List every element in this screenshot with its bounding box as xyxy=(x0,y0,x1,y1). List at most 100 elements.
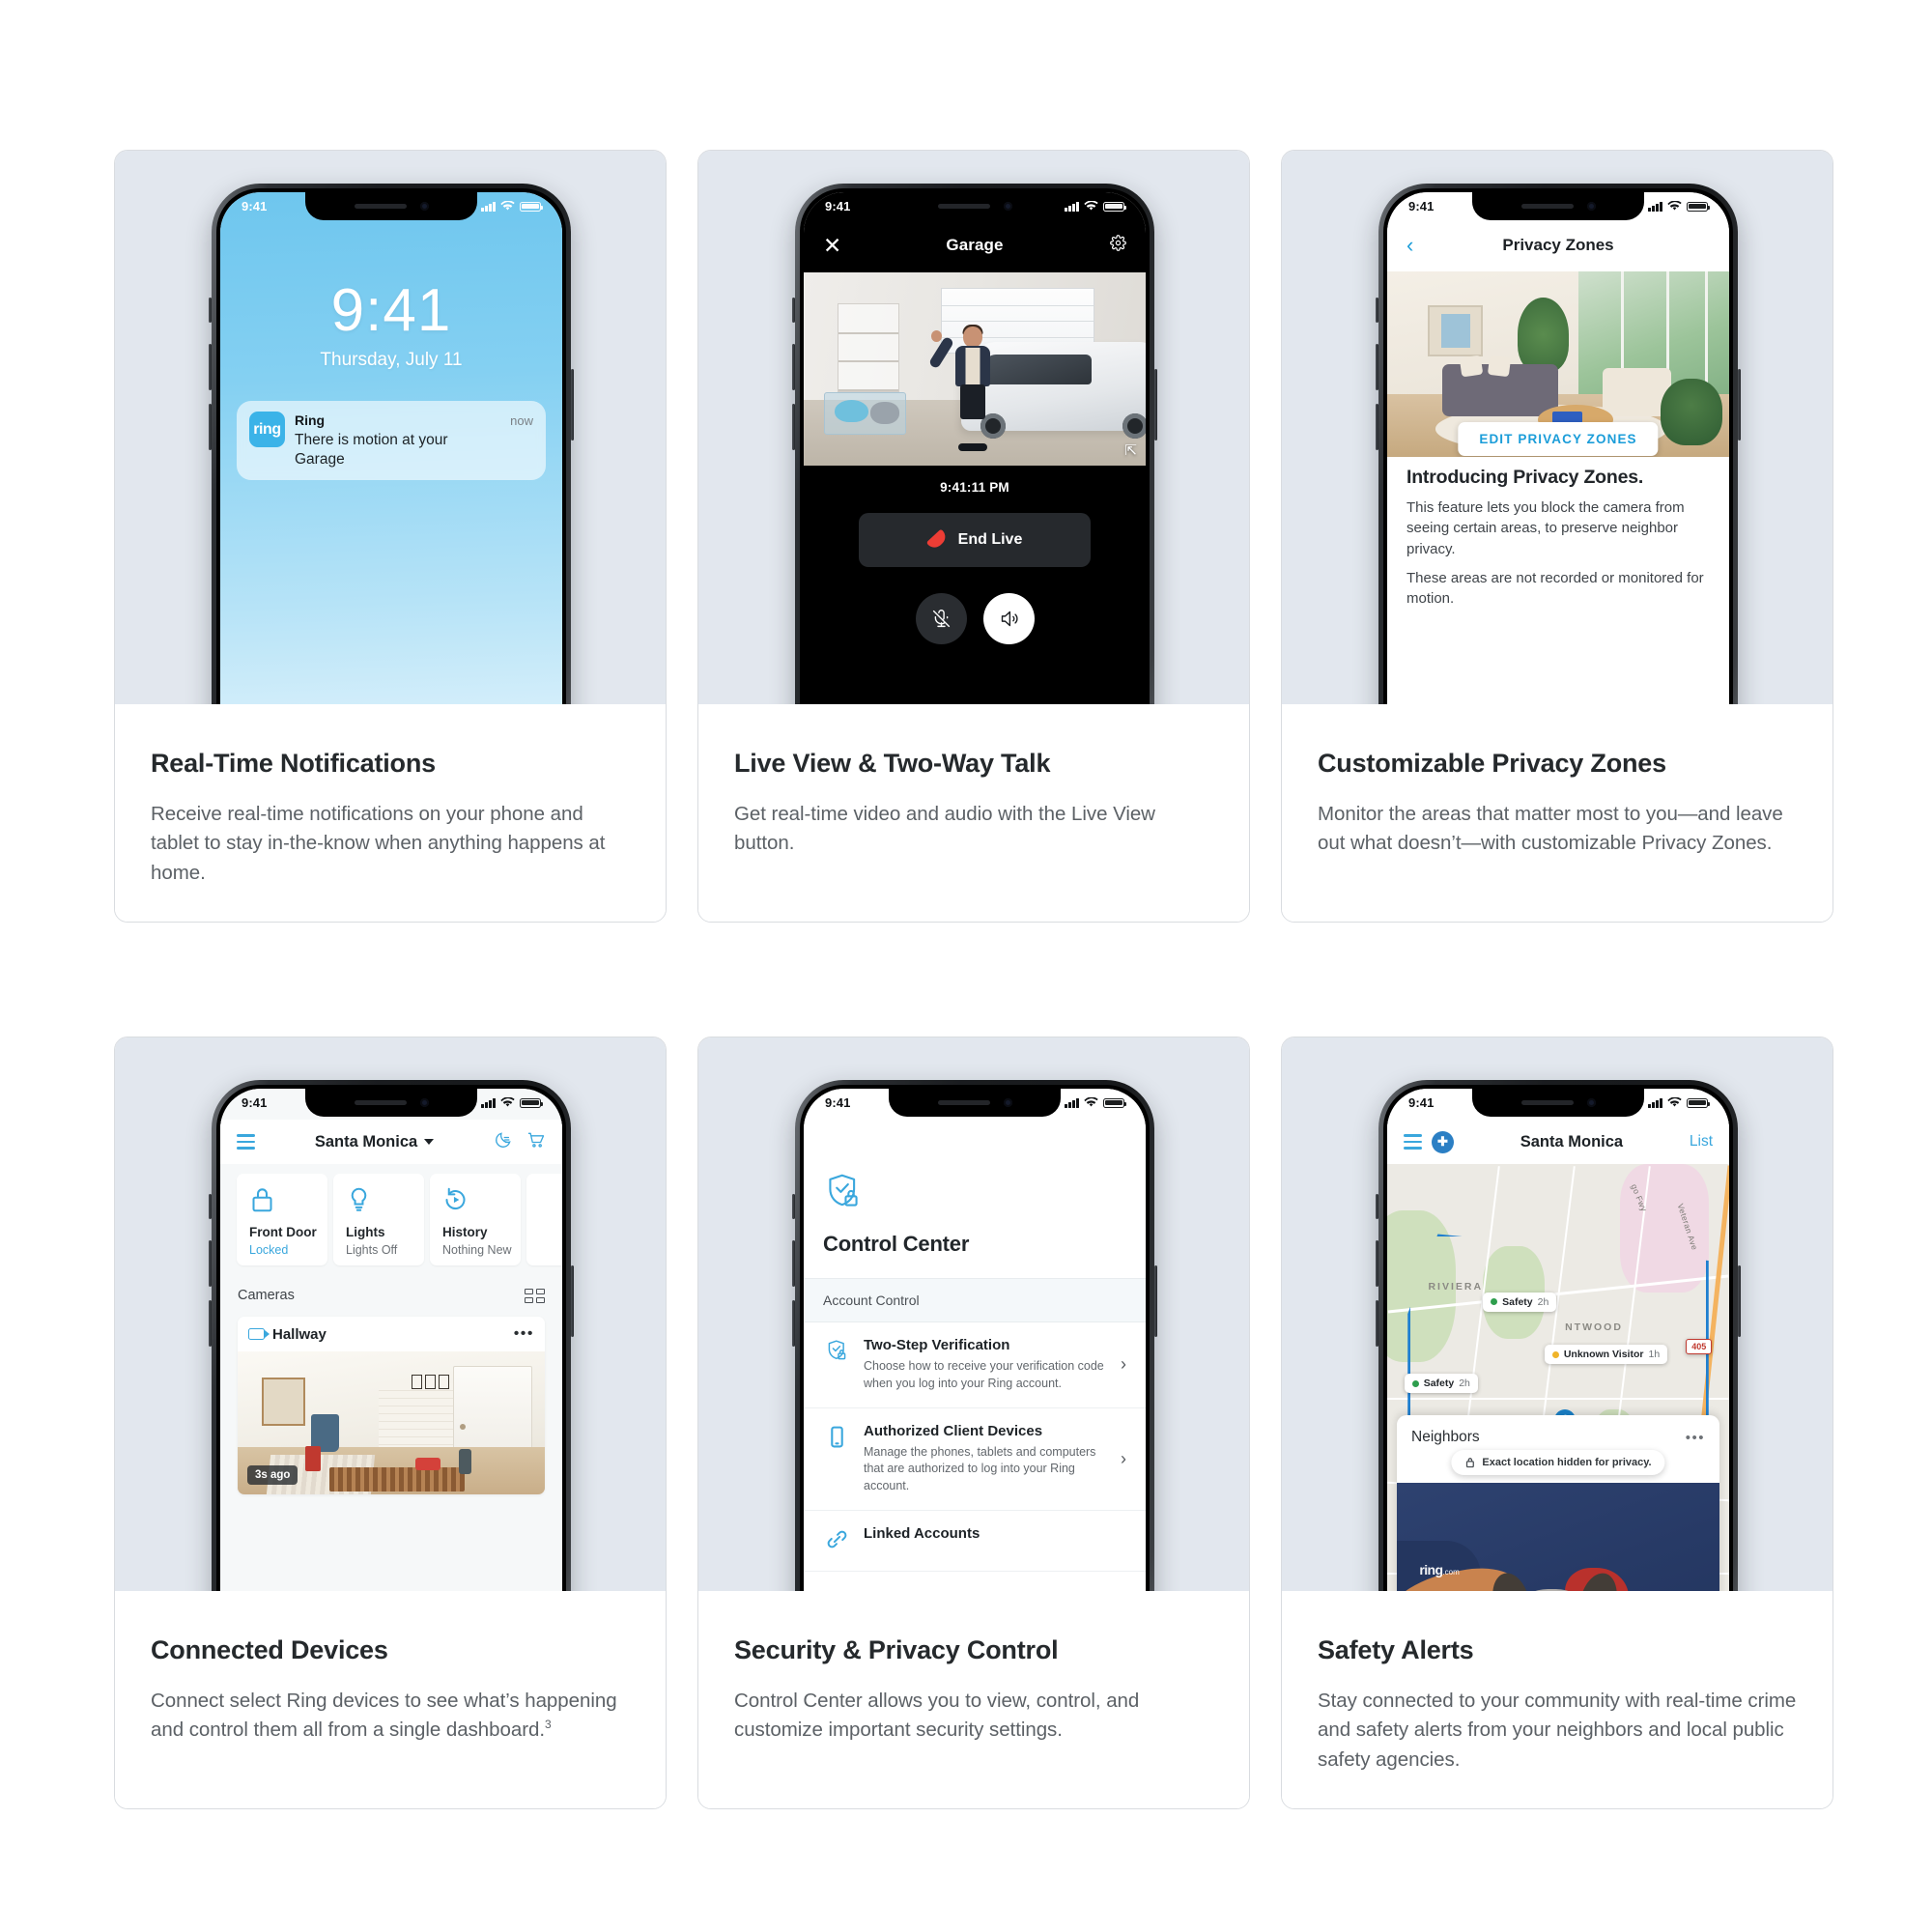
battery-icon xyxy=(1687,1097,1711,1108)
hamburger-menu-icon[interactable] xyxy=(237,1134,255,1150)
control-center-list: Two-Step Verification Choose how to rece… xyxy=(804,1322,1146,1572)
live-video-feed[interactable]: ⇱ xyxy=(804,272,1146,466)
chevron-right-icon: › xyxy=(1121,1448,1126,1468)
expand-icon[interactable]: ⇱ xyxy=(1124,441,1137,459)
ring-notification[interactable]: ring Ring There is motion at your Garage… xyxy=(237,401,546,480)
tile-status: Lights Off xyxy=(346,1243,398,1257)
control-center-screen: 9:41 Control Center Account Control Two-… xyxy=(804,1089,1146,1591)
location-label: Santa Monica xyxy=(314,1132,418,1151)
watermark-text: ring xyxy=(1419,1562,1443,1578)
mic-mute-button[interactable] xyxy=(915,593,967,644)
pin-age: 2h xyxy=(1537,1295,1549,1308)
feature-card-safety-alerts: 9:41 ✚ Santa Monica List RIVIERA NTWOOD … xyxy=(1281,1037,1833,1809)
close-icon[interactable]: ✕ xyxy=(823,234,841,257)
card-title: Connected Devices xyxy=(151,1635,388,1664)
privacy-zones-heading: Introducing Privacy Zones. xyxy=(1406,467,1644,488)
volume-down-button xyxy=(1376,1300,1378,1347)
post-photo[interactable]: ring.com xyxy=(1397,1483,1719,1591)
more-options-icon[interactable]: ••• xyxy=(1686,1431,1705,1445)
shield-check-lock-icon xyxy=(823,1172,864,1217)
status-time: 9:41 xyxy=(825,1095,851,1110)
tile-name: Lights xyxy=(346,1225,385,1239)
live-controls xyxy=(804,593,1146,644)
snapshot-age-badge: 3s ago xyxy=(247,1465,298,1485)
grid-view-icon[interactable] xyxy=(525,1288,545,1303)
list-item-title: Linked Accounts xyxy=(864,1524,980,1542)
neighbors-navbar: ✚ Santa Monica List xyxy=(1387,1120,1729,1164)
card-description-text: Connect select Ring devices to see what’… xyxy=(151,1690,617,1742)
location-selector[interactable]: Santa Monica xyxy=(255,1133,494,1151)
list-item-authorized-client-devices[interactable]: Authorized Client Devices Manage the pho… xyxy=(804,1408,1146,1511)
neighbors-map-screen: 9:41 ✚ Santa Monica List RIVIERA NTWOOD … xyxy=(1387,1089,1729,1591)
tile-lights[interactable]: Lights Lights Off xyxy=(333,1174,424,1265)
list-view-button[interactable]: List xyxy=(1690,1133,1713,1151)
volume-up-button xyxy=(1376,344,1378,390)
chevron-right-icon: › xyxy=(1121,1354,1126,1375)
card-description: Control Center allows you to view, contr… xyxy=(734,1690,1140,1742)
silent-switch xyxy=(1376,298,1378,323)
cart-icon[interactable] xyxy=(526,1130,546,1154)
battery-icon xyxy=(520,1097,544,1108)
camera-card-hallway[interactable]: Hallway ••• 3s ago xyxy=(238,1317,545,1494)
power-button xyxy=(1738,369,1741,440)
map-pin-safety[interactable]: Safety 2h xyxy=(1404,1374,1478,1394)
map-pin-safety[interactable]: Safety 2h xyxy=(1483,1292,1557,1312)
watermark-suffix: .com xyxy=(1442,1568,1460,1577)
storage-bin xyxy=(824,392,907,435)
volume-down-button xyxy=(1376,404,1378,450)
privacy-zones-title: Privacy Zones xyxy=(1502,236,1614,254)
gear-icon[interactable] xyxy=(1110,235,1126,256)
card-description: Stay connected to your community with re… xyxy=(1318,1690,1797,1771)
card-body: Safety Alerts Stay connected to your com… xyxy=(1282,1591,1833,1808)
more-options-icon[interactable]: ••• xyxy=(514,1326,534,1342)
status-bar: 9:41 xyxy=(220,1089,562,1117)
battery-icon xyxy=(1687,201,1711,212)
card-media-dashboard: 9:41 Santa Monica Front Door Locked Ligh… xyxy=(115,1037,666,1591)
neighbors-post-sheet[interactable]: Neighbors ••• Exact location hidden for … xyxy=(1397,1415,1719,1591)
ring-watermark: ring.com xyxy=(1419,1562,1459,1577)
battery-icon xyxy=(1103,201,1127,212)
speaker-button[interactable] xyxy=(982,593,1035,644)
hamburger-menu-icon[interactable] xyxy=(1404,1134,1422,1150)
feature-card-live-view: 9:41 ✕ Garage ⇱ 9:41:11 PM End Live Live… xyxy=(697,150,1250,923)
power-button xyxy=(571,1265,574,1337)
sheet-title: Neighbors xyxy=(1411,1429,1480,1445)
camera-snapshot[interactable]: 3s ago xyxy=(238,1351,545,1494)
tile-status: Nothing New xyxy=(442,1243,512,1257)
end-call-icon xyxy=(925,528,949,552)
tile-history[interactable]: History Nothing New xyxy=(430,1174,521,1265)
list-item-linked-accounts[interactable]: Linked Accounts xyxy=(804,1511,1146,1572)
wifi-icon xyxy=(1084,201,1098,211)
phone-mockup: 9:41 9:41 Thursday, July 11 ring Ring Th… xyxy=(209,184,574,704)
tile-next-partial[interactable] xyxy=(526,1174,562,1265)
silent-switch xyxy=(209,1194,212,1219)
neighbors-shield-icon[interactable]: ✚ xyxy=(1432,1130,1454,1153)
moon-mode-icon[interactable] xyxy=(494,1130,513,1154)
history-icon xyxy=(442,1185,521,1214)
privacy-zones-screen: 9:41 ‹ Privacy Zones EDIT PRIVACY ZONES … xyxy=(1387,192,1729,704)
cellular-signal-icon xyxy=(1648,1097,1662,1108)
account-control-section-label: Account Control xyxy=(804,1278,1146,1322)
list-item-two-step-verification[interactable]: Two-Step Verification Choose how to rece… xyxy=(804,1322,1146,1408)
card-title: Safety Alerts xyxy=(1318,1635,1474,1664)
card-media-lockscreen: 9:41 9:41 Thursday, July 11 ring Ring Th… xyxy=(115,151,666,704)
silent-switch xyxy=(792,1194,795,1219)
edit-privacy-zones-button[interactable]: EDIT PRIVACY ZONES xyxy=(1458,422,1659,456)
tile-front-door[interactable]: Front Door Locked xyxy=(237,1174,327,1265)
ring-app-icon: ring xyxy=(249,412,285,447)
wifi-icon xyxy=(1084,1097,1098,1107)
phone-mockup: 9:41 ✚ Santa Monica List RIVIERA NTWOOD … xyxy=(1376,1080,1741,1591)
live-view-title: Garage xyxy=(946,236,1004,254)
phone-mockup: 9:41 ✕ Garage ⇱ 9:41:11 PM End Live xyxy=(792,184,1157,704)
card-title: Security & Privacy Control xyxy=(734,1635,1059,1664)
map-canvas[interactable]: RIVIERA NTWOOD go Fwy Veteran Ave S Bund… xyxy=(1387,1164,1729,1591)
feature-card-security-privacy-control: 9:41 Control Center Account Control Two-… xyxy=(697,1037,1250,1809)
back-chevron-icon[interactable]: ‹ xyxy=(1406,235,1413,256)
volume-up-button xyxy=(209,1240,212,1287)
map-pin-unknown-visitor[interactable]: Unknown Visitor 1h xyxy=(1544,1345,1668,1365)
privacy-toast: Exact location hidden for privacy. xyxy=(1451,1450,1665,1475)
camera-preview-image: EDIT PRIVACY ZONES xyxy=(1387,271,1729,457)
lock-time: 9:41 xyxy=(330,277,452,344)
power-button xyxy=(1738,1265,1741,1337)
end-live-button[interactable]: End Live xyxy=(859,513,1091,567)
